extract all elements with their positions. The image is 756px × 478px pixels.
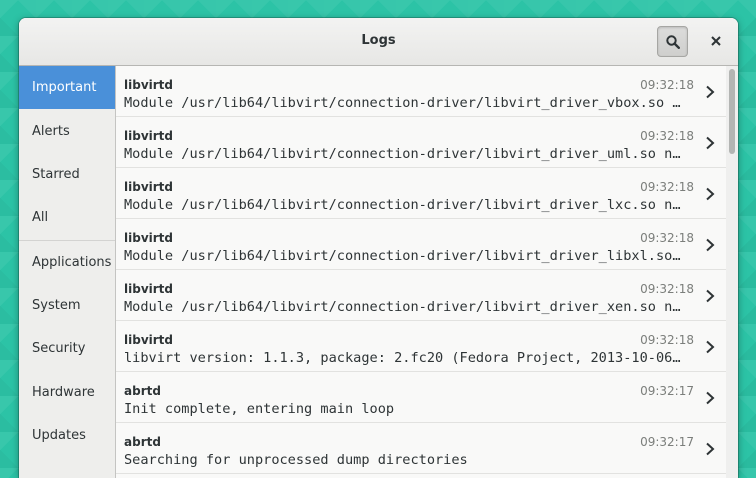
search-button[interactable] (657, 26, 688, 57)
log-time: 09:32:17 (640, 384, 694, 398)
chevron-right-icon (706, 442, 715, 456)
log-row[interactable]: abrtd 09:32:17 Init complete, entering m… (116, 372, 726, 423)
log-process: abrtd (124, 435, 161, 449)
log-message: Init complete, entering main loop (124, 401, 395, 417)
log-message: Module /usr/lib64/libvirt/connection-dri… (124, 248, 681, 264)
sidebar-item-alerts[interactable]: Alerts (19, 110, 115, 153)
log-time: 09:32:18 (640, 282, 694, 296)
log-row[interactable]: abrtd 09:32:17 Searching for unprocessed… (116, 423, 726, 474)
log-process: abrtd (124, 384, 161, 398)
log-row[interactable]: libvirtd 09:32:18 libvirt version: 1.1.3… (116, 321, 726, 372)
log-row[interactable]: libvirtd 09:32:18 Module /usr/lib64/libv… (116, 168, 726, 219)
close-button[interactable] (707, 32, 725, 50)
chevron-right-icon (706, 340, 715, 354)
sidebar-item-applications[interactable]: Applications (19, 241, 115, 284)
log-time: 09:32:18 (640, 333, 694, 347)
search-icon (666, 35, 680, 49)
chevron-right-icon (706, 289, 715, 303)
sidebar-item-system[interactable]: System (19, 284, 115, 327)
category-sidebar: Important Alerts Starred All Application… (19, 66, 116, 478)
log-message: Searching for unprocessed dump directori… (124, 452, 468, 468)
log-process: libvirtd (124, 78, 173, 92)
log-process: libvirtd (124, 282, 173, 296)
sidebar-item-security[interactable]: Security (19, 327, 115, 370)
log-time: 09:32:18 (640, 78, 694, 92)
sidebar-item-hardware[interactable]: Hardware (19, 371, 115, 414)
sidebar-item-all[interactable]: All (19, 196, 115, 239)
log-row[interactable]: libvirtd 09:32:18 Module /usr/lib64/libv… (116, 270, 726, 321)
log-time: 09:32:18 (640, 231, 694, 245)
log-message: Module /usr/lib64/libvirt/connection-dri… (124, 299, 681, 315)
log-process: libvirtd (124, 180, 173, 194)
log-process: libvirtd (124, 231, 173, 245)
sidebar-item-important[interactable]: Important (19, 66, 115, 109)
log-time: 09:32:17 (640, 435, 694, 449)
logs-window: Logs Important Alerts Starred All Applic… (19, 18, 738, 478)
chevron-right-icon (706, 391, 715, 405)
chevron-right-icon (706, 85, 715, 99)
log-row[interactable]: libvirtd 09:32:18 Module /usr/lib64/libv… (116, 117, 726, 168)
scrollbar-thumb[interactable] (729, 69, 735, 154)
sidebar-item-updates[interactable]: Updates (19, 414, 115, 457)
log-message: Module /usr/lib64/libvirt/connection-dri… (124, 197, 681, 213)
chevron-right-icon (706, 136, 715, 150)
log-row[interactable]: libvirtd 09:32:18 Module /usr/lib64/libv… (116, 219, 726, 270)
log-process: libvirtd (124, 129, 173, 143)
log-time: 09:32:18 (640, 180, 694, 194)
log-process: libvirtd (124, 333, 173, 347)
window-title: Logs (361, 33, 396, 48)
header-bar: Logs (19, 18, 738, 66)
log-message: Module /usr/lib64/libvirt/connection-dri… (124, 95, 681, 111)
close-icon (711, 36, 721, 46)
chevron-right-icon (706, 187, 715, 201)
log-time: 09:32:18 (640, 129, 694, 143)
log-message: libvirt version: 1.1.3, package: 2.fc20 … (124, 350, 681, 366)
log-row[interactable]: libvirtd 09:32:18 Module /usr/lib64/libv… (116, 66, 726, 117)
chevron-right-icon (706, 238, 715, 252)
sidebar-item-starred[interactable]: Starred (19, 153, 115, 196)
log-list: libvirtd 09:32:18 Module /usr/lib64/libv… (116, 66, 738, 478)
log-message: Module /usr/lib64/libvirt/connection-dri… (124, 146, 681, 162)
